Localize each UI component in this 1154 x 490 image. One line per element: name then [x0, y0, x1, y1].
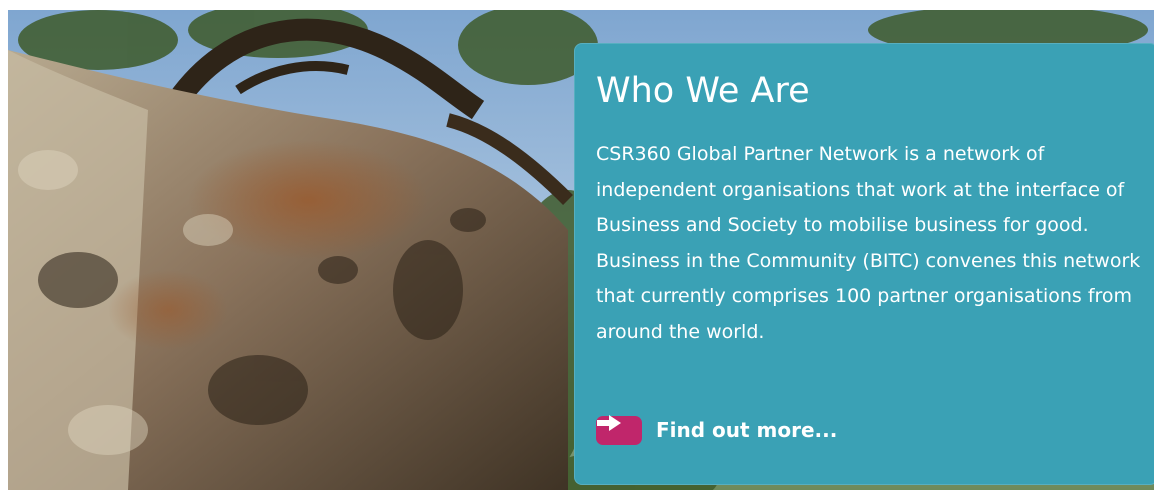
- panel-title: Who We Are: [596, 71, 810, 111]
- page-frame: Who We Are CSR360 Global Partner Network…: [0, 0, 1154, 490]
- find-out-more-link[interactable]: Find out more...: [596, 415, 837, 445]
- arrow-right-icon: [596, 415, 642, 445]
- panel-description: CSR360 Global Partner Network is a netwo…: [596, 143, 1141, 343]
- find-out-more-label: Find out more...: [656, 418, 838, 442]
- hero-banner: Who We Are CSR360 Global Partner Network…: [8, 10, 1154, 490]
- who-we-are-panel: Who We Are CSR360 Global Partner Network…: [574, 43, 1154, 485]
